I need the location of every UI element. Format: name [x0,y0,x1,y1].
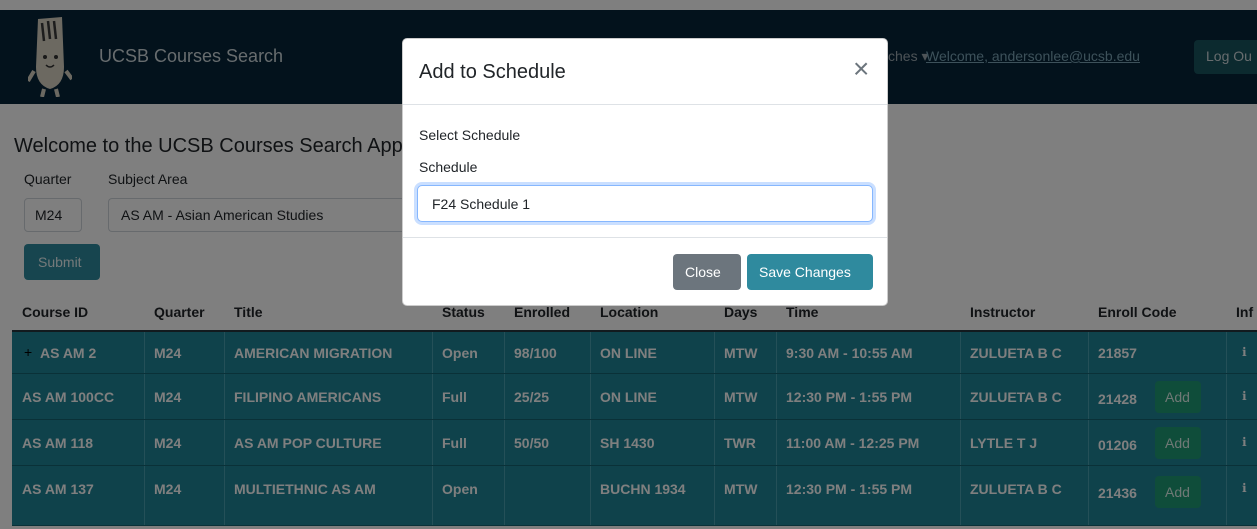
close-button[interactable]: Close [673,254,741,290]
save-changes-button[interactable]: Save Changes [747,254,873,290]
modal-header: Add to Schedule × [403,39,887,105]
modal-title: Add to Schedule [419,61,566,83]
schedule-select[interactable]: F24 Schedule 1 [417,185,873,222]
close-icon[interactable]: × [853,55,869,83]
schedule-label: Schedule [419,159,478,175]
select-schedule-label: Select Schedule [419,127,521,143]
modal-body: Select Schedule Schedule F24 Schedule 1 [403,105,887,238]
add-to-schedule-modal: Add to Schedule × Select Schedule Schedu… [402,38,888,306]
